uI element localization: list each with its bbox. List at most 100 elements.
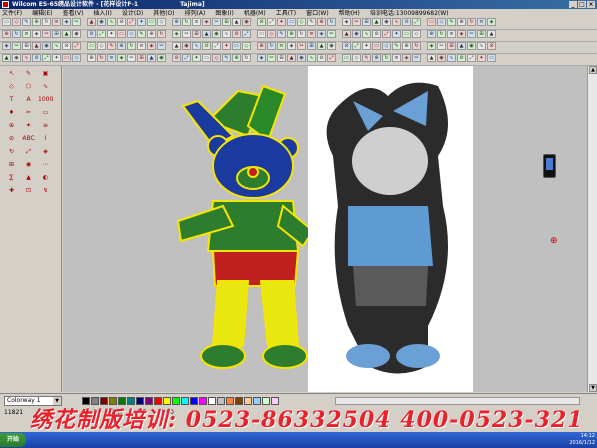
toolbar-2-tool-14-icon[interactable]: ✎ <box>137 30 146 38</box>
toolbar-3-tool-23-icon[interactable]: ✦ <box>222 42 231 50</box>
toolbar-1-tool-36-icon[interactable]: ◈ <box>342 18 351 26</box>
toolbar-4-tool-29-icon[interactable]: ⊞ <box>277 54 286 62</box>
toolbar-4-tool-6-icon[interactable]: ▭ <box>62 54 71 62</box>
left-tool-15-icon[interactable]: ⊘ <box>4 133 19 144</box>
toolbar-2-tool-22-icon[interactable]: ◉ <box>212 30 221 38</box>
toolbar-4-tool-51-icon[interactable]: ▭ <box>487 54 496 62</box>
toolbar-3-tool-31-icon[interactable]: ✂ <box>297 42 306 50</box>
toolbar-1-tool-0-icon[interactable]: ▭ <box>2 18 11 26</box>
toolbar-2-tool-6-icon[interactable]: ▲ <box>62 30 71 38</box>
toolbar-2-tool-36-icon[interactable]: ▲ <box>342 30 351 38</box>
toolbar-4-tool-5-icon[interactable]: ✦ <box>52 54 61 62</box>
toolbar-3-tool-6-icon[interactable]: ⊘ <box>62 42 71 50</box>
toolbar-2-tool-10-icon[interactable]: ⤢ <box>97 30 106 38</box>
toolbar-1-tool-18-icon[interactable]: ⊕ <box>172 18 181 26</box>
toolbar-1-tool-21-icon[interactable]: ◈ <box>202 18 211 26</box>
toolbar-4-tool-15-icon[interactable]: ▲ <box>147 54 156 62</box>
toolbar-3-tool-43-icon[interactable]: ↻ <box>412 42 421 50</box>
toolbar-2-tool-40-icon[interactable]: ⤢ <box>382 30 391 38</box>
toolbar-3-tool-41-icon[interactable]: ✎ <box>392 42 401 50</box>
toolbar-2-tool-5-icon[interactable]: ⊞ <box>52 30 61 38</box>
toolbar-4-tool-4-icon[interactable]: ⤢ <box>42 54 51 62</box>
toolbar-1-tool-20-icon[interactable]: ≡ <box>192 18 201 26</box>
left-tool-7-icon[interactable]: A <box>21 94 36 105</box>
left-tool-3-icon[interactable]: ◇ <box>4 81 19 92</box>
toolbar-4-tool-47-icon[interactable]: ∿ <box>447 54 456 62</box>
vertical-scrollbar[interactable]: ▲ ▼ <box>587 66 597 392</box>
toolbar-2-tool-18-icon[interactable]: ◈ <box>172 30 181 38</box>
toolbar-1-tool-9-icon[interactable]: ▲ <box>87 18 96 26</box>
toolbar-3-tool-42-icon[interactable]: ⊕ <box>402 42 411 50</box>
left-tool-20-icon[interactable]: ◈ <box>38 146 53 157</box>
toolbar-2-tool-47-icon[interactable]: ≡ <box>447 30 456 38</box>
toolbar-3-tool-45-icon[interactable]: ◈ <box>427 42 436 50</box>
toolbar-3-tool-11-icon[interactable]: ✎ <box>107 42 116 50</box>
toolbar-1-tool-15-icon[interactable]: ▭ <box>147 18 156 26</box>
toolbar-3-tool-15-icon[interactable]: ◈ <box>147 42 156 50</box>
toolbar-1-tool-5-icon[interactable]: ≡ <box>52 18 61 26</box>
toolbar-3-tool-49-icon[interactable]: ◉ <box>467 42 476 50</box>
toolbar-1-tool-1-icon[interactable]: ◇ <box>12 18 21 26</box>
toolbar-3-tool-27-icon[interactable]: ⊕ <box>257 42 266 50</box>
toolbar-3-tool-36-icon[interactable]: ⊘ <box>342 42 351 50</box>
toolbar-1-tool-46-icon[interactable]: ◇ <box>437 18 446 26</box>
toolbar-1-tool-30-icon[interactable]: ▭ <box>287 18 296 26</box>
toolbar-4-tool-46-icon[interactable]: ◉ <box>437 54 446 62</box>
toolbar-3-tool-19-icon[interactable]: ◉ <box>182 42 191 50</box>
left-tool-10-icon[interactable]: ✂ <box>21 107 36 118</box>
toolbar-1-tool-38-icon[interactable]: ⊞ <box>362 18 371 26</box>
menu-item-7[interactable]: 图象(I) <box>215 9 233 18</box>
start-button[interactable]: 开始 <box>0 433 26 447</box>
toolbar-2-tool-49-icon[interactable]: ✂ <box>467 30 476 38</box>
toolbar-1-tool-41-icon[interactable]: ∿ <box>392 18 401 26</box>
toolbar-2-tool-39-icon[interactable]: ⊘ <box>372 30 381 38</box>
toolbar-1-tool-28-icon[interactable]: ⤢ <box>267 18 276 26</box>
toolbar-4-tool-27-icon[interactable]: ◈ <box>257 54 266 62</box>
toolbar-1-tool-7-icon[interactable]: ✂ <box>72 18 81 26</box>
toolbar-3-tool-14-icon[interactable]: ≡ <box>137 42 146 50</box>
left-tool-26-icon[interactable]: ◐ <box>38 172 53 183</box>
toolbar-1-tool-27-icon[interactable]: ⊘ <box>257 18 266 26</box>
toolbar-4-tool-41-icon[interactable]: ≡ <box>392 54 401 62</box>
toolbar-1-tool-51-icon[interactable]: ◈ <box>487 18 496 26</box>
toolbar-4-tool-40-icon[interactable]: ↻ <box>382 54 391 62</box>
toolbar-1-tool-45-icon[interactable]: ▭ <box>427 18 436 26</box>
left-tool-4-icon[interactable]: ⬡ <box>21 81 36 92</box>
toolbar-4-tool-30-icon[interactable]: ▲ <box>287 54 296 62</box>
left-tool-25-icon[interactable]: ▲ <box>21 172 36 183</box>
toolbar-2-tool-28-icon[interactable]: ◇ <box>267 30 276 38</box>
left-tool-21-icon[interactable]: ⊞ <box>4 159 19 170</box>
toolbar-3-tool-12-icon[interactable]: ⊕ <box>117 42 126 50</box>
toolbar-2-tool-46-icon[interactable]: ↻ <box>437 30 446 38</box>
toolbar-3-tool-46-icon[interactable]: ✂ <box>437 42 446 50</box>
menu-item-3[interactable]: 插入(I) <box>93 9 111 18</box>
toolbar-4-tool-39-icon[interactable]: ⊕ <box>372 54 381 62</box>
scroll-up-button[interactable]: ▲ <box>589 66 597 74</box>
toolbar-2-tool-30-icon[interactable]: ⊕ <box>287 30 296 38</box>
toolbar-2-tool-34-icon[interactable]: ✂ <box>327 30 336 38</box>
toolbar-3-tool-21-icon[interactable]: ⊘ <box>202 42 211 50</box>
toolbar-2-tool-13-icon[interactable]: ◇ <box>127 30 136 38</box>
toolbar-1-tool-43-icon[interactable]: ⤢ <box>412 18 421 26</box>
toolbar-1-tool-39-icon[interactable]: ▲ <box>372 18 381 26</box>
toolbar-3-tool-9-icon[interactable]: ▭ <box>87 42 96 50</box>
toolbar-4-tool-45-icon[interactable]: ▲ <box>427 54 436 62</box>
toolbar-2-tool-45-icon[interactable]: ⊕ <box>427 30 436 38</box>
toolbar-3-tool-10-icon[interactable]: ◇ <box>97 42 106 50</box>
toolbar-3-tool-1-icon[interactable]: ✂ <box>12 42 21 50</box>
toolbar-1-tool-32-icon[interactable]: ✎ <box>307 18 316 26</box>
left-tool-12-icon[interactable]: ⊕ <box>4 120 19 131</box>
toolbar-2-tool-24-icon[interactable]: ⊘ <box>232 30 241 38</box>
toolbar-3-tool-25-icon[interactable]: ◇ <box>242 42 251 50</box>
maximize-button[interactable]: □ <box>578 1 586 8</box>
toolbar-2-tool-1-icon[interactable]: ↻ <box>12 30 21 38</box>
toolbar-4-tool-32-icon[interactable]: ∿ <box>307 54 316 62</box>
left-tool-9-icon[interactable]: ♦ <box>4 107 19 118</box>
toolbar-3-tool-20-icon[interactable]: ∿ <box>192 42 201 50</box>
toolbar-3-tool-30-icon[interactable]: ◈ <box>287 42 296 50</box>
toolbar-3-tool-22-icon[interactable]: ⤢ <box>212 42 221 50</box>
toolbar-3-tool-3-icon[interactable]: ▲ <box>32 42 41 50</box>
menu-item-2[interactable]: 查看(V) <box>63 9 84 18</box>
toolbar-2-tool-12-icon[interactable]: ▭ <box>117 30 126 38</box>
toolbar-1-tool-23-icon[interactable]: ⊞ <box>222 18 231 26</box>
